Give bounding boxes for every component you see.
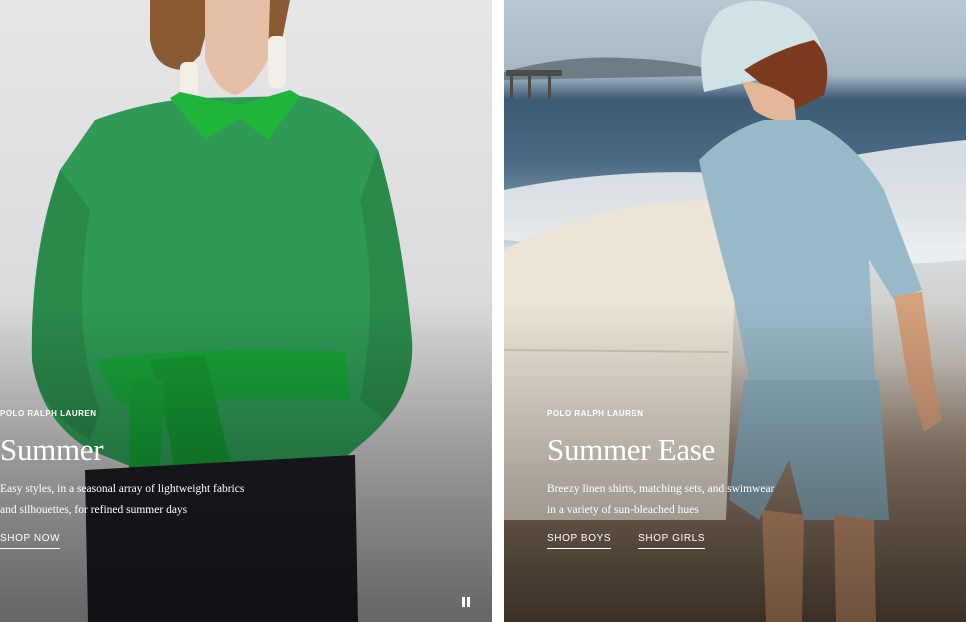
description-line: Breezy linen shirts, matching sets, and … xyxy=(547,483,775,495)
shop-now-link[interactable]: SHOP NOW xyxy=(0,533,61,549)
description-line: and silhouettes, for refined summer days xyxy=(0,504,188,516)
brand-label: POLO RALPH LAUREN xyxy=(0,409,97,418)
description-line: in a variety of sun-bleached hues xyxy=(547,504,699,516)
description: Breezy linen shirts, matching sets, and … xyxy=(547,479,847,521)
headline: Summer xyxy=(0,432,104,467)
shop-girls-link[interactable]: SHOP GIRLS xyxy=(638,533,706,549)
cta-group: SHOP NOW xyxy=(0,533,300,549)
description-line: Easy styles, in a seasonal array of ligh… xyxy=(0,483,245,495)
pause-icon[interactable] xyxy=(461,597,471,607)
summer-copy-block: POLO RALPH LAUREN Summer Easy styles, in… xyxy=(0,409,300,549)
headline: Summer Ease xyxy=(547,432,716,467)
shop-boys-link[interactable]: SHOP BOYS xyxy=(547,533,612,549)
summer-ease-copy-block: POLO RALPH LAUREN Summer Ease Breezy lin… xyxy=(547,409,847,549)
description: Easy styles, in a seasonal array of ligh… xyxy=(0,479,300,521)
cta-group: SHOP BOYS SHOP GIRLS xyxy=(547,533,847,549)
hero-panel-summer-ease: POLO RALPH LAUREN Summer Ease Breezy lin… xyxy=(504,0,966,622)
hero-panel-summer: POLO RALPH LAUREN Summer Easy styles, in… xyxy=(0,0,492,622)
brand-label: POLO RALPH LAUREN xyxy=(547,409,644,418)
